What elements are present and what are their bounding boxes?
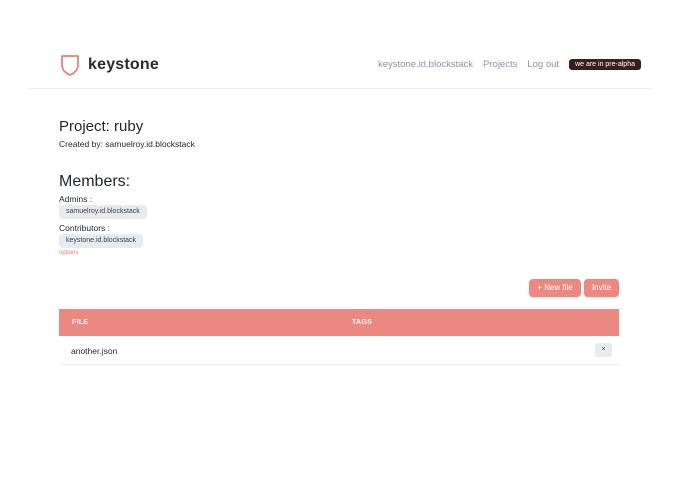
nav-user-link[interactable]: keystone.id.blockstack — [378, 59, 473, 70]
contributor-chip: keystone.id.blockstack — [59, 234, 144, 248]
members-heading: Members: — [59, 173, 131, 190]
table-row[interactable]: another.json × — [59, 336, 619, 365]
table-header: FILE TAGS — [59, 309, 619, 336]
new-file-button[interactable]: + New file — [529, 279, 581, 297]
project-title: Project: ruby — [59, 118, 144, 135]
files-table: FILE TAGS another.json × — [59, 309, 619, 365]
admin-chip: samuelroy.id.blockstack — [59, 205, 147, 219]
project-created-by: Created by: samuelroy.id.blockstack — [59, 139, 195, 149]
nav-logout-link[interactable]: Log out — [527, 59, 559, 70]
invite-button[interactable]: Invite — [584, 279, 619, 297]
members-options-link[interactable]: options — [59, 250, 78, 256]
top-nav: keystone.id.blockstack Projects Log out … — [378, 59, 641, 70]
pre-alpha-badge: we are in pre-alpha — [569, 59, 641, 70]
shield-logo-icon — [60, 54, 80, 76]
file-name-cell[interactable]: another.json — [71, 346, 117, 356]
admins-label: Admins : — [59, 194, 93, 204]
brand[interactable]: keystone — [60, 54, 159, 76]
delete-file-button[interactable]: × — [595, 343, 612, 357]
contributors-label: Contributors : — [59, 223, 111, 233]
column-header-tags: TAGS — [352, 319, 373, 326]
top-header: keystone keystone.id.blockstack Projects… — [28, 0, 652, 89]
brand-name: keystone — [88, 56, 159, 73]
column-header-file: FILE — [72, 319, 89, 326]
nav-projects-link[interactable]: Projects — [483, 59, 517, 70]
